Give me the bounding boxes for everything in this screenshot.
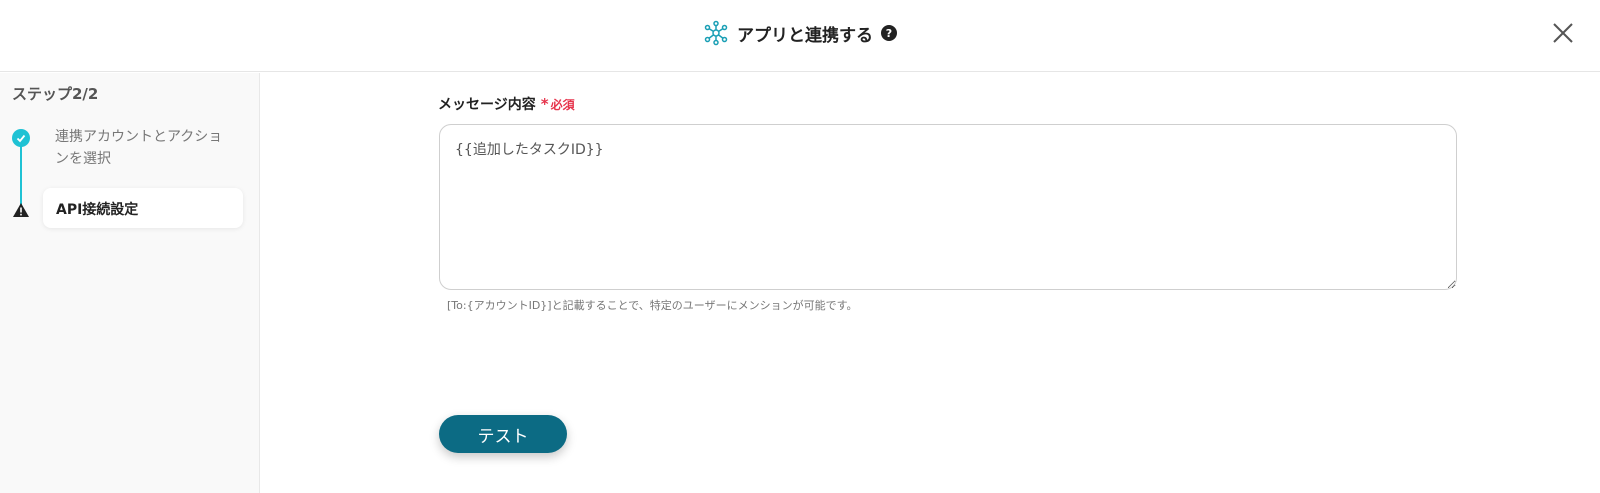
step-connector-line	[20, 145, 22, 210]
required-star: *	[540, 95, 549, 113]
modal-header: アプリと連携する ?	[0, 0, 1600, 72]
message-textarea[interactable]: {{追加したタスクID}}	[439, 124, 1457, 290]
step-heading: ステップ2/2	[12, 85, 99, 103]
warning-icon	[12, 202, 30, 218]
test-button[interactable]: テスト	[439, 415, 567, 453]
check-circle-icon	[12, 129, 30, 147]
network-nodes-icon	[703, 20, 729, 46]
step-sidebar: ステップ2/2 連携アカウントとアクションを選択 API接続設定	[0, 73, 260, 493]
message-field-label: メッセージ内容 * 必須	[438, 94, 575, 114]
required-badge: * 必須	[541, 95, 575, 113]
close-button[interactable]	[1550, 20, 1576, 46]
step-item-api-settings[interactable]: API接続設定	[43, 188, 243, 228]
question-circle-icon[interactable]: ?	[881, 25, 897, 41]
close-icon	[1553, 23, 1573, 43]
step-item-select-account[interactable]: 連携アカウントとアクションを選択	[55, 126, 235, 170]
mention-hint: [To:{アカウントID}]と記載することで、特定のユーザーにメンションが可能で…	[447, 299, 858, 312]
header-title-group: アプリと連携する ?	[0, 20, 1600, 46]
modal-title: アプリと連携する	[737, 25, 873, 46]
message-label-text: メッセージ内容	[438, 97, 536, 113]
step-item-label: API接続設定	[56, 202, 139, 218]
required-text: 必須	[550, 98, 575, 112]
